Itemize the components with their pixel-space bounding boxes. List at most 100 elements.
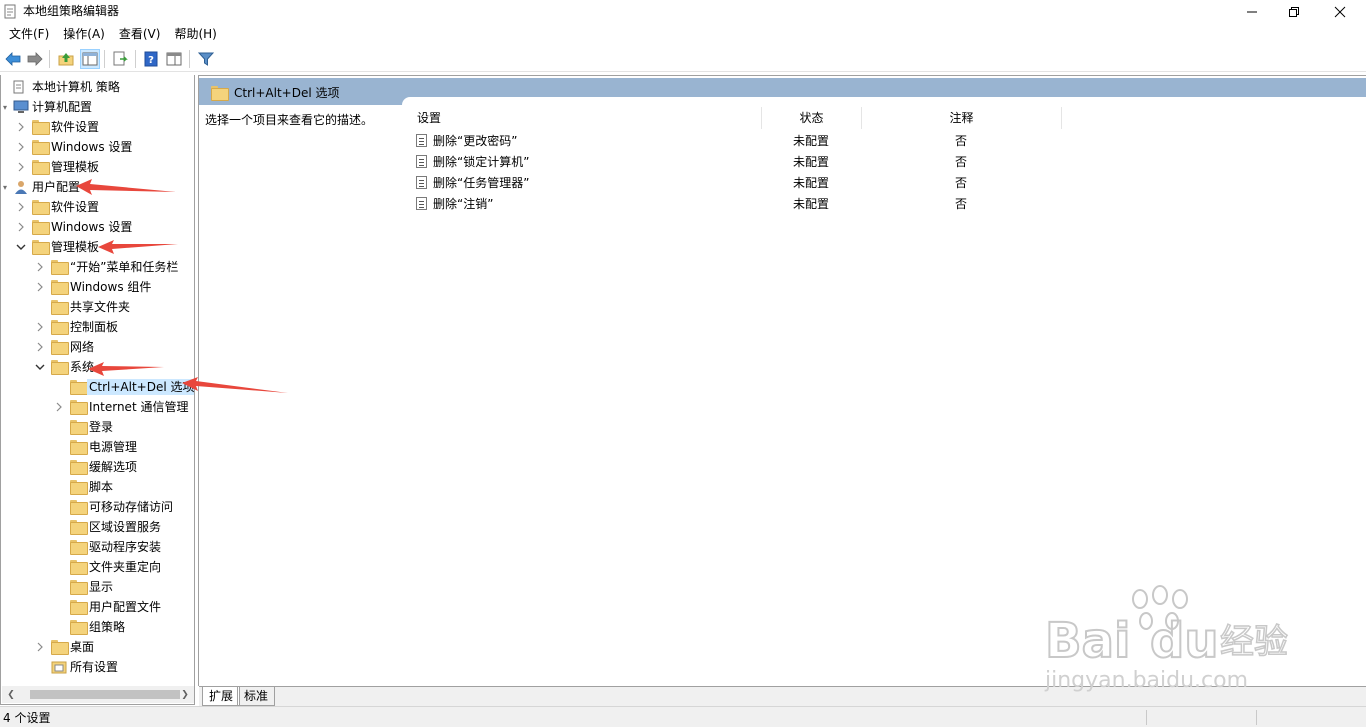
scroll-left-arrow-icon[interactable]: ❮ — [4, 688, 18, 701]
tree-item[interactable]: 驱动程序安装 — [1, 537, 194, 557]
scroll-right-arrow-icon[interactable]: ❯ — [178, 688, 192, 701]
scroll-thumb[interactable] — [30, 690, 180, 699]
tree-item[interactable]: 缓解选项 — [1, 457, 194, 477]
folder-icon — [70, 400, 88, 415]
tab-standard[interactable]: 标准 — [237, 687, 276, 706]
tree-item[interactable]: 显示 — [1, 577, 194, 597]
setting-name: 删除“锁定计算机” — [433, 155, 530, 169]
tree-item-label: 管理模板 — [51, 240, 100, 254]
tree-item[interactable]: 电源管理 — [1, 437, 194, 457]
menu-view[interactable]: 查看(V) — [114, 24, 166, 45]
tree-item[interactable]: 桌面 — [1, 637, 194, 657]
restore-button[interactable] — [1271, 0, 1317, 24]
tree-item[interactable]: 用户配置文件 — [1, 597, 194, 617]
properties-view-icon — [166, 52, 182, 66]
collapse-arrow-icon[interactable]: ▾ — [1, 100, 11, 114]
svg-text:Bai: Bai — [1045, 613, 1130, 669]
minimize-icon — [1247, 11, 1257, 13]
minimize-button[interactable] — [1229, 0, 1275, 24]
column-header-comment[interactable]: 注释 — [862, 107, 1062, 129]
filter-button[interactable] — [196, 49, 216, 69]
tree-item[interactable]: Internet 通信管理 — [1, 397, 194, 417]
tree-item[interactable]: “开始”菜单和任务栏 — [1, 257, 194, 277]
help-button[interactable]: ? — [141, 49, 161, 69]
tree-item[interactable]: ▾ 计算机配置 — [1, 97, 194, 117]
folder-icon — [51, 340, 69, 355]
column-header-setting[interactable]: 设置 — [410, 107, 762, 129]
setting-comment: 否 — [955, 197, 968, 211]
tree-item-label: 驱动程序安装 — [89, 540, 162, 554]
tree-item[interactable]: Windows 设置 — [1, 137, 194, 157]
chevron-right-icon[interactable] — [34, 280, 46, 294]
tree-item-label: Windows 设置 — [51, 220, 133, 234]
menu-file[interactable]: 文件(F) — [4, 24, 54, 45]
table-row[interactable]: 删除“更改密码” 未配置 否 — [199, 130, 1199, 151]
tree-item[interactable]: 所有设置 — [1, 657, 194, 677]
folder-icon — [70, 500, 88, 515]
tree-item[interactable]: 网络 — [1, 337, 194, 357]
tree-item[interactable]: 软件设置 — [1, 117, 194, 137]
chevron-right-icon[interactable] — [15, 140, 27, 154]
restore-icon — [1289, 7, 1299, 17]
tree-item[interactable]: 可移动存储访问 — [1, 497, 194, 517]
setting-comment: 否 — [955, 155, 968, 169]
table-row[interactable]: 删除“锁定计算机” 未配置 否 — [199, 151, 1199, 172]
tree-item[interactable]: 软件设置 — [1, 197, 194, 217]
window: 本地组策略编辑器 文件(F) 操作(A) 查看(V) 帮助(H) ? 本地计算机… — [0, 0, 1366, 727]
column-header-state[interactable]: 状态 — [762, 107, 862, 129]
tree-item[interactable]: 管理模板 — [1, 157, 194, 177]
tree-item-label: 软件设置 — [51, 200, 100, 214]
tree-item-label: Ctrl+Alt+Del 选项 — [87, 379, 195, 395]
toolbar: ? — [0, 46, 1366, 72]
status-separator — [1256, 710, 1257, 725]
chevron-right-icon[interactable] — [34, 640, 46, 654]
chevron-down-icon[interactable] — [34, 360, 46, 374]
properties-view-button[interactable] — [164, 49, 184, 69]
tree-item[interactable]: Windows 设置 — [1, 217, 194, 237]
tree-item[interactable]: ▾ 用户配置 — [1, 177, 194, 197]
table-row[interactable]: 删除“注销” 未配置 否 — [199, 193, 1199, 214]
tree-item[interactable]: 文件夹重定向 — [1, 557, 194, 577]
chevron-right-icon[interactable] — [15, 220, 27, 234]
policy-setting-icon — [416, 155, 427, 168]
chevron-right-icon[interactable] — [15, 120, 27, 134]
tree-item[interactable]: 共享文件夹 — [1, 297, 194, 317]
collapse-arrow-icon[interactable]: ▾ — [1, 180, 11, 194]
tab-extended[interactable]: 扩展 — [202, 687, 241, 706]
chevron-down-icon[interactable] — [15, 240, 27, 254]
forward-button[interactable] — [25, 49, 45, 69]
title-bar: 本地组策略编辑器 — [0, 0, 1366, 24]
export-list-button[interactable] — [110, 49, 130, 69]
show-hide-tree-button[interactable] — [80, 49, 100, 69]
tree-item[interactable]: 脚本 — [1, 477, 194, 497]
chevron-right-icon[interactable] — [34, 320, 46, 334]
toolbar-separator — [189, 50, 190, 68]
folder-icon — [70, 420, 88, 435]
tree-item[interactable]: 系统 — [1, 357, 194, 377]
chevron-right-icon[interactable] — [34, 340, 46, 354]
folder-icon — [70, 560, 88, 575]
tree-item[interactable]: 本地计算机 策略 — [1, 77, 194, 97]
tree-item[interactable]: Windows 组件 — [1, 277, 194, 297]
folder-icon — [32, 120, 50, 135]
menu-help[interactable]: 帮助(H) — [169, 24, 221, 45]
chevron-right-icon[interactable] — [34, 260, 46, 274]
tree-horizontal-scrollbar[interactable]: ❮ ❯ — [2, 686, 194, 703]
back-button[interactable] — [3, 49, 23, 69]
tree-item[interactable]: 管理模板 — [1, 237, 194, 257]
svg-text:?: ? — [148, 55, 154, 66]
up-folder-button[interactable] — [56, 49, 76, 69]
tree-item[interactable]: 登录 — [1, 417, 194, 437]
chevron-right-icon[interactable] — [15, 200, 27, 214]
tree-item[interactable]: 区域设置服务 — [1, 517, 194, 537]
tree-item[interactable]: 控制面板 — [1, 317, 194, 337]
tree-item-label: “开始”菜单和任务栏 — [70, 260, 179, 274]
table-row[interactable]: 删除“任务管理器” 未配置 否 — [199, 172, 1199, 193]
tree-item[interactable]: Ctrl+Alt+Del 选项 — [1, 377, 195, 397]
tree-item[interactable]: 组策略 — [1, 617, 194, 637]
chevron-right-icon[interactable] — [53, 400, 65, 414]
chevron-right-icon[interactable] — [15, 160, 27, 174]
menu-action[interactable]: 操作(A) — [58, 24, 110, 45]
tree-item-label: 管理模板 — [51, 160, 100, 174]
close-button[interactable] — [1317, 0, 1363, 24]
